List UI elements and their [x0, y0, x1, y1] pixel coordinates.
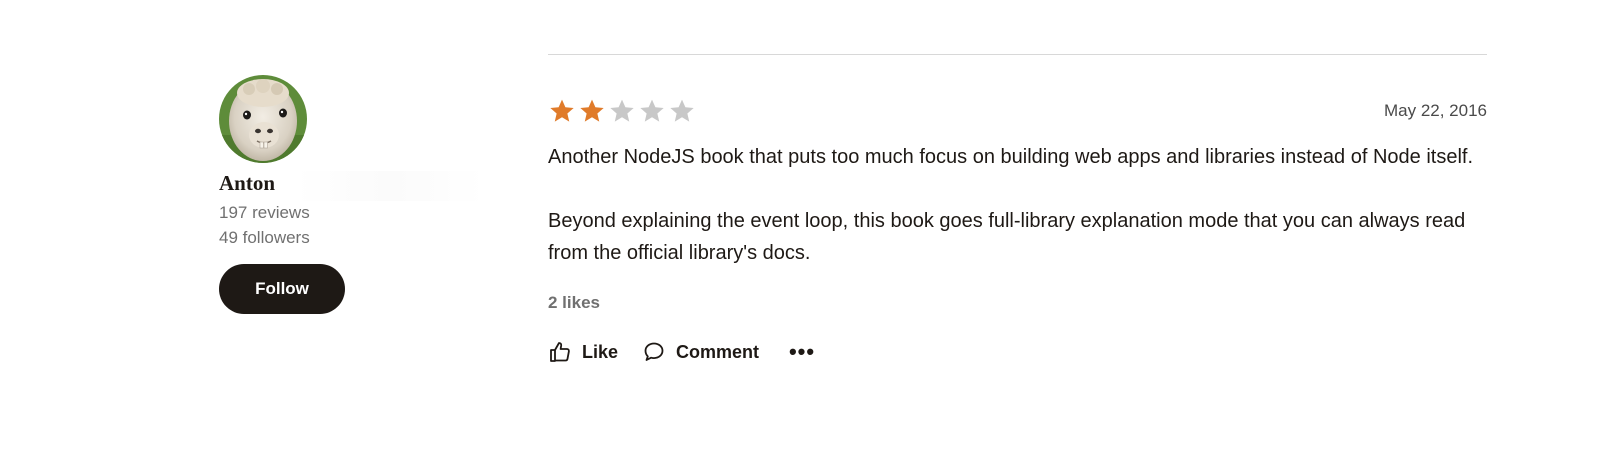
review-date[interactable]: May 22, 2016 — [1384, 101, 1487, 121]
avatar[interactable] — [219, 75, 307, 163]
comment-label: Comment — [676, 341, 760, 362]
likes-count[interactable]: 2 likes — [548, 293, 600, 313]
comment-icon — [644, 342, 664, 361]
review-paragraph: Another NodeJS book that puts too much f… — [548, 146, 1474, 168]
star-empty-icon — [610, 99, 634, 122]
comment-button[interactable]: Comment — [642, 340, 759, 364]
star-empty-icon — [670, 99, 694, 122]
thumbs-up-icon — [550, 342, 570, 362]
divider — [548, 54, 1487, 55]
star-empty-icon — [640, 99, 664, 122]
more-options-button[interactable]: ••• — [787, 337, 817, 367]
review: May 22, 2016 Another NodeJS book that pu… — [548, 94, 1487, 369]
review-card: Anton 197 reviews 49 followers Follow Ma… — [0, 0, 1600, 456]
reviewer-reviews-count[interactable]: 197 reviews — [219, 200, 489, 225]
reviewer-name[interactable]: Anton — [219, 169, 486, 201]
star-filled-icon — [550, 99, 574, 122]
like-button[interactable]: Like — [548, 340, 618, 364]
review-actions: Like Comment ••• — [548, 335, 1487, 369]
alpaca-avatar-icon — [219, 75, 307, 163]
review-text: Another NodeJS book that puts too much f… — [548, 141, 1487, 269]
like-label: Like — [582, 341, 619, 362]
follow-button[interactable]: Follow — [219, 264, 345, 314]
star-rating — [548, 97, 696, 125]
review-header: May 22, 2016 — [548, 94, 1487, 128]
reviewer-stats: 197 reviews 49 followers — [219, 200, 489, 250]
review-paragraph: Beyond explaining the event loop, this b… — [548, 210, 1466, 264]
reviewer-profile: Anton 197 reviews 49 followers Follow — [219, 75, 489, 314]
reviewer-followers-count[interactable]: 49 followers — [219, 225, 489, 250]
star-filled-icon — [580, 99, 604, 122]
